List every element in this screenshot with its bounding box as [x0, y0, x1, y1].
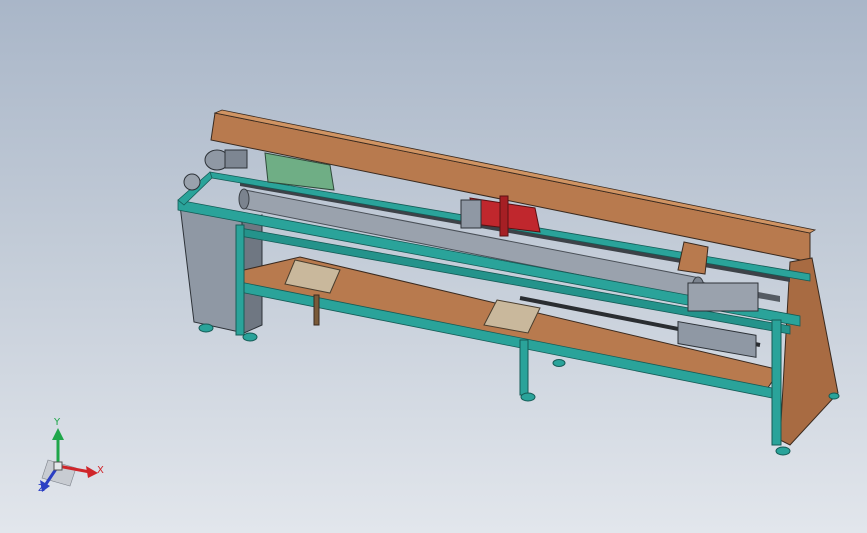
- foot-6: [828, 392, 840, 400]
- right-gear-housing: [687, 282, 759, 312]
- motor-icon[interactable]: [183, 149, 248, 191]
- x-axis-label: X: [97, 465, 104, 476]
- left-cabinet-front: [179, 204, 245, 334]
- y-axis-head: [52, 428, 64, 440]
- z-axis-label: Z: [38, 483, 45, 494]
- foot-4: [552, 359, 566, 367]
- right-end-wood-panel: [779, 257, 839, 446]
- frame-leg-left: [235, 224, 245, 336]
- frame-leg-front-right: [771, 319, 782, 446]
- axis-triad: Y X Z: [30, 418, 120, 498]
- machine-assembly-model[interactable]: [0, 0, 867, 533]
- foot-5: [775, 446, 791, 456]
- y-axis-label: Y: [54, 417, 61, 428]
- foot-2: [242, 332, 258, 342]
- hanging-tool: [313, 294, 320, 326]
- foot-1: [198, 323, 214, 333]
- triad-origin: [53, 461, 63, 471]
- roller-end-left: [238, 188, 250, 210]
- foot-3: [520, 392, 536, 402]
- frame-leg-mid: [519, 339, 529, 396]
- right-bracket: [677, 241, 709, 275]
- cad-viewport[interactable]: Y X Z: [0, 0, 867, 533]
